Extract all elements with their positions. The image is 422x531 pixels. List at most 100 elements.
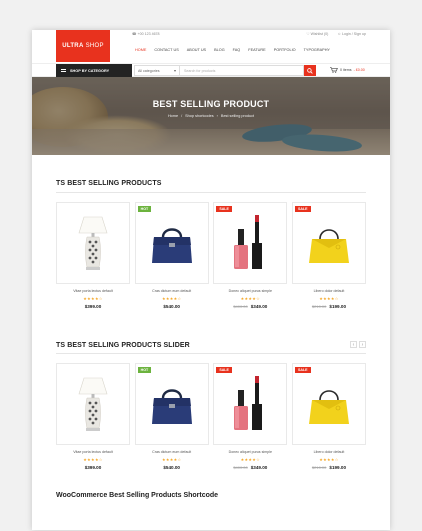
product-card[interactable]: HOT Cras dictum eum default ★★★★☆ $540.0… bbox=[134, 363, 209, 470]
category-select[interactable]: All categories ▾ bbox=[134, 65, 180, 76]
product-image-handbag-blue[interactable]: HOT bbox=[134, 202, 209, 284]
handbag-icon bbox=[151, 228, 192, 263]
nav-item-home[interactable]: HOME bbox=[135, 48, 146, 52]
page-title: BEST SELLING PRODUCT bbox=[152, 99, 270, 109]
price-current: $199.00 bbox=[329, 304, 346, 309]
product-card[interactable]: HOT Cras dictum eum default ★★★★☆ $540.0… bbox=[134, 202, 209, 309]
product-image-handbag-yellow[interactable]: SALE bbox=[291, 202, 366, 284]
nail-polish-icon bbox=[234, 215, 263, 269]
nav-item-faq[interactable]: FAQ bbox=[233, 48, 241, 52]
price-current: $399.00 bbox=[84, 465, 102, 470]
product-name[interactable]: Donec aliquet purus simple bbox=[213, 289, 287, 293]
menu-icon bbox=[61, 69, 66, 72]
price-current: $540.00 bbox=[163, 304, 180, 309]
site-logo[interactable]: ULTRA SHOP bbox=[56, 30, 110, 62]
mini-cart[interactable]: 0 items - £0.00 bbox=[330, 67, 365, 73]
breadcrumb-shortcodes[interactable]: Shop shortcodes bbox=[185, 114, 214, 118]
nav-item-feature[interactable]: FEATURE bbox=[248, 48, 265, 52]
product-slider: Vitae porta lectus default ★★★★☆ $399.00… bbox=[56, 363, 366, 470]
product-image-handbag-yellow[interactable]: SALE bbox=[291, 363, 366, 445]
product-name[interactable]: Donec aliquet purus simple bbox=[213, 450, 287, 454]
section-title-woocommerce: WooCommerce Best Selling Products Shortc… bbox=[56, 492, 219, 499]
product-name[interactable]: Cras dictum eum default bbox=[135, 289, 209, 293]
product-price: $210.00 $199.00 bbox=[292, 465, 366, 470]
wishlist-link[interactable]: ♡ Wishlist (0) bbox=[306, 32, 328, 36]
account-link[interactable]: ☺ Login / Sign up bbox=[337, 32, 366, 36]
search-icon bbox=[307, 67, 313, 74]
category-select-value: All categories bbox=[138, 68, 160, 73]
nav-item-contact[interactable]: CONTACT US bbox=[154, 48, 178, 52]
product-price: $210.00 $199.00 bbox=[292, 304, 366, 309]
shop-by-category-button[interactable]: SHOP BY CATEGORY bbox=[56, 64, 132, 77]
lamp-icon bbox=[78, 377, 108, 431]
sale-badge: SALE bbox=[216, 206, 232, 212]
cart-icon bbox=[330, 67, 338, 73]
price-old: $210.00 bbox=[311, 304, 327, 309]
product-card[interactable]: SALE Libero dolor default ★★★★☆ $210.00 $… bbox=[291, 202, 366, 309]
handbag-icon bbox=[308, 229, 349, 263]
breadcrumb-current: Best selling product bbox=[220, 114, 255, 118]
product-image-handbag-blue[interactable]: HOT bbox=[134, 363, 209, 445]
nav-item-typography[interactable]: TYPOGRAPHY bbox=[304, 48, 330, 52]
top-links: ♡ Wishlist (0) ☺ Login / Sign up bbox=[298, 32, 366, 36]
page-banner: BEST SELLING PRODUCT Home / Shop shortcode… bbox=[32, 77, 390, 155]
nav-item-about[interactable]: ABOUT US bbox=[187, 48, 206, 52]
price-current: $540.00 bbox=[163, 465, 180, 470]
search-button[interactable] bbox=[304, 65, 316, 76]
logo-sub: SHOP bbox=[85, 43, 104, 49]
product-price: $540.00 bbox=[135, 465, 209, 470]
product-price: $399.00 bbox=[56, 465, 130, 470]
rating-stars: ★★★★☆ bbox=[319, 296, 339, 301]
product-card[interactable]: Vitae porta lectus default ★★★★☆ $399.00 bbox=[56, 202, 130, 309]
product-price: $400.00 $349.00 bbox=[213, 304, 287, 309]
main-nav: HOME CONTACT US ABOUT US BLOG FAQ FEATUR… bbox=[135, 48, 338, 52]
price-old: $400.00 bbox=[233, 465, 248, 470]
price-current: $349.00 bbox=[250, 304, 268, 309]
product-name[interactable]: Libero dolor default bbox=[292, 289, 366, 293]
slider-next-button[interactable]: › bbox=[359, 341, 366, 348]
product-name[interactable]: Vitae porta lectus default bbox=[56, 450, 130, 454]
cart-count: 0 items bbox=[340, 68, 352, 72]
section-divider bbox=[56, 353, 366, 354]
search-bar: SHOP BY CATEGORY All categories ▾ Search… bbox=[32, 64, 390, 77]
sale-badge: SALE bbox=[216, 367, 232, 373]
section-title-best-selling-slider: TS BEST SELLING PRODUCTS SLIDER bbox=[56, 342, 190, 349]
handbag-icon bbox=[151, 389, 192, 424]
sale-badge: SALE bbox=[294, 206, 311, 212]
product-name[interactable]: Vitae porta lectus default bbox=[56, 289, 130, 293]
price-current: $349.00 bbox=[250, 465, 268, 470]
breadcrumb-home[interactable]: Home bbox=[168, 114, 178, 118]
shop-by-category-label: SHOP BY CATEGORY bbox=[70, 68, 110, 73]
rating-stars: ★★★★☆ bbox=[83, 457, 103, 462]
slider-prev-button[interactable]: ‹ bbox=[350, 341, 357, 348]
product-card[interactable]: Vitae porta lectus default ★★★★☆ $399.00 bbox=[56, 363, 130, 470]
product-image-lamp[interactable] bbox=[56, 363, 130, 445]
sale-badge: SALE bbox=[294, 367, 311, 373]
product-price: $540.00 bbox=[135, 304, 209, 309]
product-card[interactable]: SALE Libero dolor default ★★★★☆ $210.00 $… bbox=[291, 363, 366, 470]
product-card[interactable]: SALE Donec aliquet purus simple ★★★★☆ $4… bbox=[213, 202, 288, 309]
nav-item-portfolio[interactable]: PORTFOLIO bbox=[274, 48, 296, 52]
hot-badge: HOT bbox=[137, 206, 152, 212]
product-image-lamp[interactable] bbox=[56, 202, 130, 284]
product-name[interactable]: Libero dolor default bbox=[292, 450, 366, 454]
rating-stars: ★★★★☆ bbox=[161, 296, 182, 301]
nav-item-blog[interactable]: BLOG bbox=[214, 48, 225, 52]
section-divider bbox=[56, 192, 366, 193]
product-image-nail-polish[interactable]: SALE bbox=[213, 202, 288, 284]
hot-badge: HOT bbox=[137, 367, 152, 373]
site-header: ULTRA SHOP ☎ +00 123 4678 ♡ Wishlist (0)… bbox=[32, 30, 390, 64]
rating-stars: ★★★★☆ bbox=[161, 457, 182, 462]
slider-arrows: ‹ › bbox=[348, 341, 366, 348]
product-name[interactable]: Cras dictum eum default bbox=[135, 450, 209, 454]
price-current: $399.00 bbox=[84, 304, 102, 309]
page-frame: ULTRA SHOP ☎ +00 123 4678 ♡ Wishlist (0)… bbox=[32, 30, 390, 530]
product-image-nail-polish[interactable]: SALE bbox=[213, 363, 288, 445]
search-input[interactable]: Search for products bbox=[180, 65, 304, 76]
rating-stars: ★★★★☆ bbox=[83, 296, 103, 301]
product-card[interactable]: SALE Donec aliquet purus simple ★★★★☆ $4… bbox=[213, 363, 288, 470]
price-old: $210.00 bbox=[311, 465, 327, 470]
rating-stars: ★★★★☆ bbox=[240, 457, 261, 462]
handbag-icon bbox=[308, 390, 349, 424]
product-grid: Vitae porta lectus default ★★★★☆ $399.00… bbox=[56, 202, 366, 309]
